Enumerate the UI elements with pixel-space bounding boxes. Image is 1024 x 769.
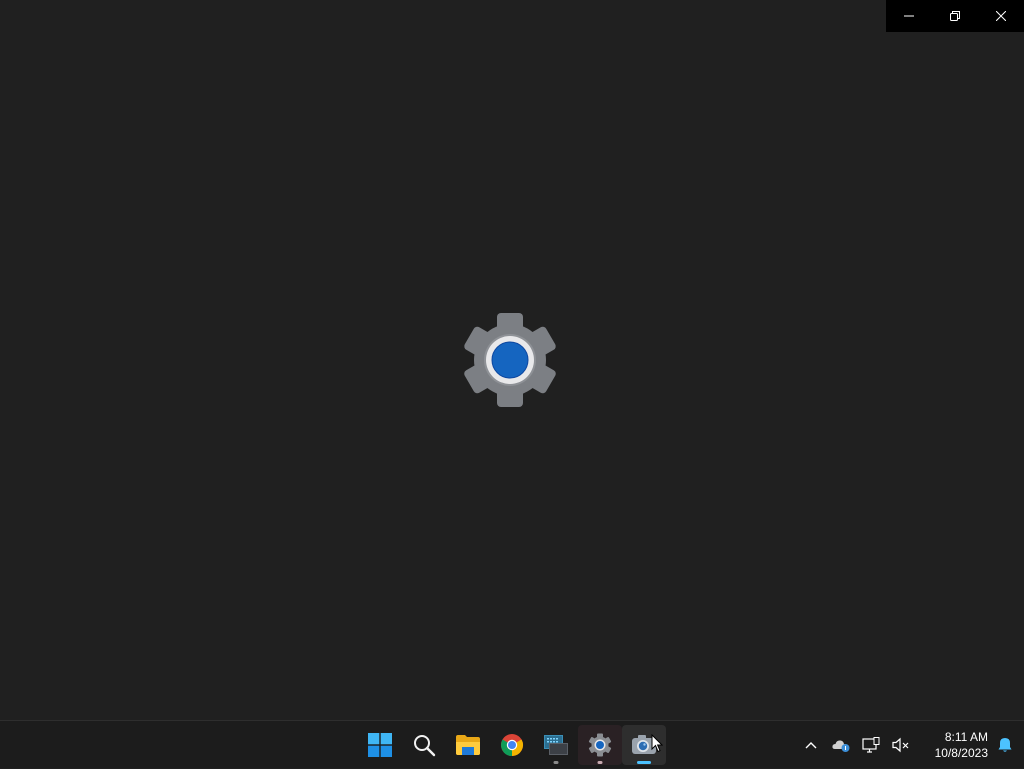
bell-icon — [998, 738, 1012, 752]
settings-gear-icon — [464, 313, 556, 407]
restore-icon — [950, 11, 960, 21]
search-icon — [414, 735, 436, 757]
volume-button[interactable] — [886, 725, 916, 765]
volume-muted-icon — [892, 737, 909, 753]
network-icon — [862, 737, 880, 753]
onedrive-icon — [832, 740, 850, 752]
close-button[interactable] — [978, 0, 1024, 32]
network-button[interactable] — [856, 725, 886, 765]
notifications-button[interactable] — [992, 725, 1018, 765]
camera-icon — [632, 735, 656, 754]
close-icon — [996, 11, 1006, 21]
chevron-up-icon — [805, 742, 817, 749]
camera-button[interactable] — [622, 725, 666, 765]
chrome-button[interactable] — [490, 725, 534, 765]
running-indicator — [597, 761, 603, 764]
clock[interactable]: 8:11 AM 10/8/2023 — [922, 729, 988, 761]
running-indicator — [553, 761, 559, 764]
terminal-button[interactable] — [534, 725, 578, 765]
minimize-button[interactable] — [886, 0, 932, 32]
restore-button[interactable] — [932, 0, 978, 32]
search-button[interactable] — [402, 725, 446, 765]
folder-icon — [456, 735, 480, 755]
settings-button[interactable] — [578, 725, 622, 765]
system-tray: 8:11 AM 10/8/2023 — [796, 721, 1024, 769]
windows-logo-icon — [368, 733, 392, 757]
clock-time: 8:11 AM — [944, 730, 988, 744]
caption-controls — [886, 0, 1024, 32]
show-hidden-icons-button[interactable] — [796, 725, 826, 765]
chrome-icon — [501, 734, 523, 756]
terminal-icon — [544, 735, 568, 755]
taskbar-apps — [358, 721, 666, 769]
settings-gear-icon — [588, 733, 612, 757]
file-explorer-button[interactable] — [446, 725, 490, 765]
app-window — [0, 0, 1024, 720]
clock-date: 10/8/2023 — [934, 746, 988, 760]
minimize-icon — [904, 15, 914, 17]
taskbar: 8:11 AM 10/8/2023 — [0, 720, 1024, 768]
onedrive-button[interactable] — [826, 725, 856, 765]
start-button[interactable] — [358, 725, 402, 765]
active-indicator — [637, 761, 651, 764]
